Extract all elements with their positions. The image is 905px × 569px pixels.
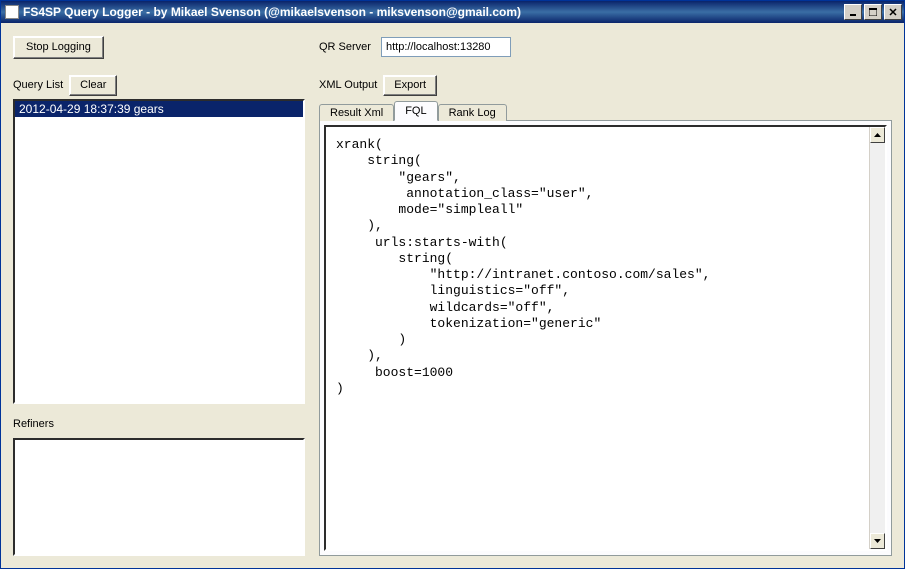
tab-fql[interactable]: FQL: [394, 101, 437, 121]
stop-logging-row: Stop Logging: [13, 33, 305, 61]
tab-result-xml[interactable]: Result Xml: [319, 104, 394, 121]
fql-code[interactable]: xrank( string( "gears", annotation_class…: [324, 125, 887, 551]
app-icon: [5, 5, 19, 19]
window-title: FS4SP Query Logger - by Mikael Svenson (…: [23, 5, 844, 19]
query-list-label: Query List: [13, 79, 63, 91]
refiners-list[interactable]: [13, 438, 305, 556]
maximize-icon: [869, 8, 877, 16]
scroll-down-button[interactable]: [870, 533, 885, 549]
qr-server-label: QR Server: [319, 41, 371, 53]
tab-rank-log[interactable]: Rank Log: [438, 104, 507, 121]
window-controls: [844, 4, 902, 20]
tab-body: xrank( string( "gears", annotation_class…: [319, 120, 892, 556]
xml-output-header: XML Output Export: [319, 75, 892, 95]
right-column: QR Server XML Output Export Result Xml F…: [319, 33, 892, 556]
scroll-track-space[interactable]: [870, 143, 885, 533]
minimize-button[interactable]: [844, 4, 862, 20]
list-item[interactable]: 2012-04-29 18:37:39 gears: [15, 101, 303, 117]
refiners-label: Refiners: [13, 418, 54, 430]
qr-server-input[interactable]: [381, 37, 511, 57]
query-list[interactable]: 2012-04-29 18:37:39 gears: [13, 99, 305, 404]
minimize-icon: [849, 8, 857, 16]
app-window: FS4SP Query Logger - by Mikael Svenson (…: [0, 0, 905, 569]
tab-strip: Result Xml FQL Rank Log: [319, 99, 892, 120]
qr-server-row: QR Server: [319, 33, 892, 61]
xml-output-label: XML Output: [319, 79, 377, 91]
close-button[interactable]: [884, 4, 902, 20]
vertical-scrollbar[interactable]: [869, 127, 885, 549]
close-icon: [889, 8, 897, 16]
query-list-header: Query List Clear: [13, 75, 305, 95]
clear-button[interactable]: Clear: [69, 75, 117, 96]
maximize-button[interactable]: [864, 4, 882, 20]
code-wrap: xrank( string( "gears", annotation_class…: [324, 125, 887, 551]
export-button[interactable]: Export: [383, 75, 437, 96]
stop-logging-button[interactable]: Stop Logging: [13, 36, 104, 59]
left-column: Stop Logging Query List Clear 2012-04-29…: [13, 33, 305, 556]
chevron-down-icon: [874, 539, 881, 543]
scroll-up-button[interactable]: [870, 127, 885, 143]
titlebar[interactable]: FS4SP Query Logger - by Mikael Svenson (…: [1, 1, 904, 23]
chevron-up-icon: [874, 133, 881, 137]
refiners-header: Refiners: [13, 414, 305, 434]
client-area: Stop Logging Query List Clear 2012-04-29…: [1, 23, 904, 568]
